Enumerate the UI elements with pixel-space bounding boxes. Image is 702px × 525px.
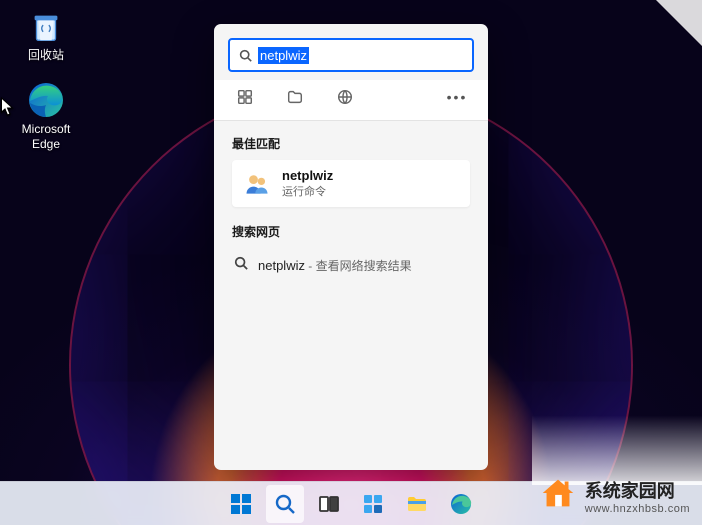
- microsoft-edge[interactable]: Microsoft Edge: [10, 80, 82, 151]
- taskbar-search[interactable]: [266, 485, 304, 523]
- search-input-text[interactable]: netplwiz: [258, 47, 309, 64]
- task-view[interactable]: [310, 485, 348, 523]
- start-button[interactable]: [222, 485, 260, 523]
- web-result-suffix: - 查看网络搜索结果: [305, 259, 412, 273]
- filter-web[interactable]: [334, 86, 356, 108]
- edge-label: Microsoft Edge: [10, 122, 82, 151]
- search-box[interactable]: netplwiz: [228, 38, 474, 72]
- mouse-cursor: [0, 97, 15, 122]
- filter-apps[interactable]: [234, 86, 256, 108]
- desktop-icons: 回收站 Microsoft Edge: [10, 8, 82, 151]
- widgets[interactable]: [354, 485, 392, 523]
- corner-fold: [656, 0, 702, 46]
- best-match-header: 最佳匹配: [232, 135, 470, 152]
- start-search-panel: netplwiz ••• 最佳匹配 netplwiz: [214, 24, 488, 470]
- watermark-title: 系统家园网: [585, 477, 690, 503]
- users-icon: [242, 169, 272, 199]
- web-result-term: netplwiz: [258, 258, 305, 273]
- filter-more[interactable]: •••: [446, 86, 468, 108]
- web-header: 搜索网页: [232, 223, 470, 240]
- recycle-bin-label: 回收站: [28, 48, 64, 62]
- recycle-bin-icon: [27, 8, 65, 46]
- search-icon: [234, 256, 248, 275]
- file-explorer[interactable]: [398, 485, 436, 523]
- result-subtitle: 运行命令: [282, 183, 333, 199]
- watermark-url: www.hnzxhbsb.com: [585, 503, 690, 515]
- web-search-result[interactable]: netplwiz - 查看网络搜索结果: [232, 248, 470, 283]
- house-icon: [537, 472, 579, 519]
- edge-icon: [26, 80, 66, 120]
- edge-taskbar[interactable]: [442, 485, 480, 523]
- watermark: 系统家园网 www.hnzxhbsb.com: [533, 470, 694, 521]
- web-section: 搜索网页 netplwiz - 查看网络搜索结果: [214, 213, 488, 289]
- result-title: netplwiz: [282, 168, 333, 183]
- best-match-result[interactable]: netplwiz 运行命令: [232, 160, 470, 207]
- best-match-section: 最佳匹配 netplwiz 运行命令: [214, 121, 488, 213]
- search-filter-row: •••: [214, 80, 488, 121]
- filter-documents[interactable]: [284, 86, 306, 108]
- search-icon: [238, 48, 252, 62]
- desktop-wallpaper: 回收站 Microsoft Edge netplwiz: [0, 0, 702, 525]
- recycle-bin[interactable]: 回收站: [10, 8, 82, 62]
